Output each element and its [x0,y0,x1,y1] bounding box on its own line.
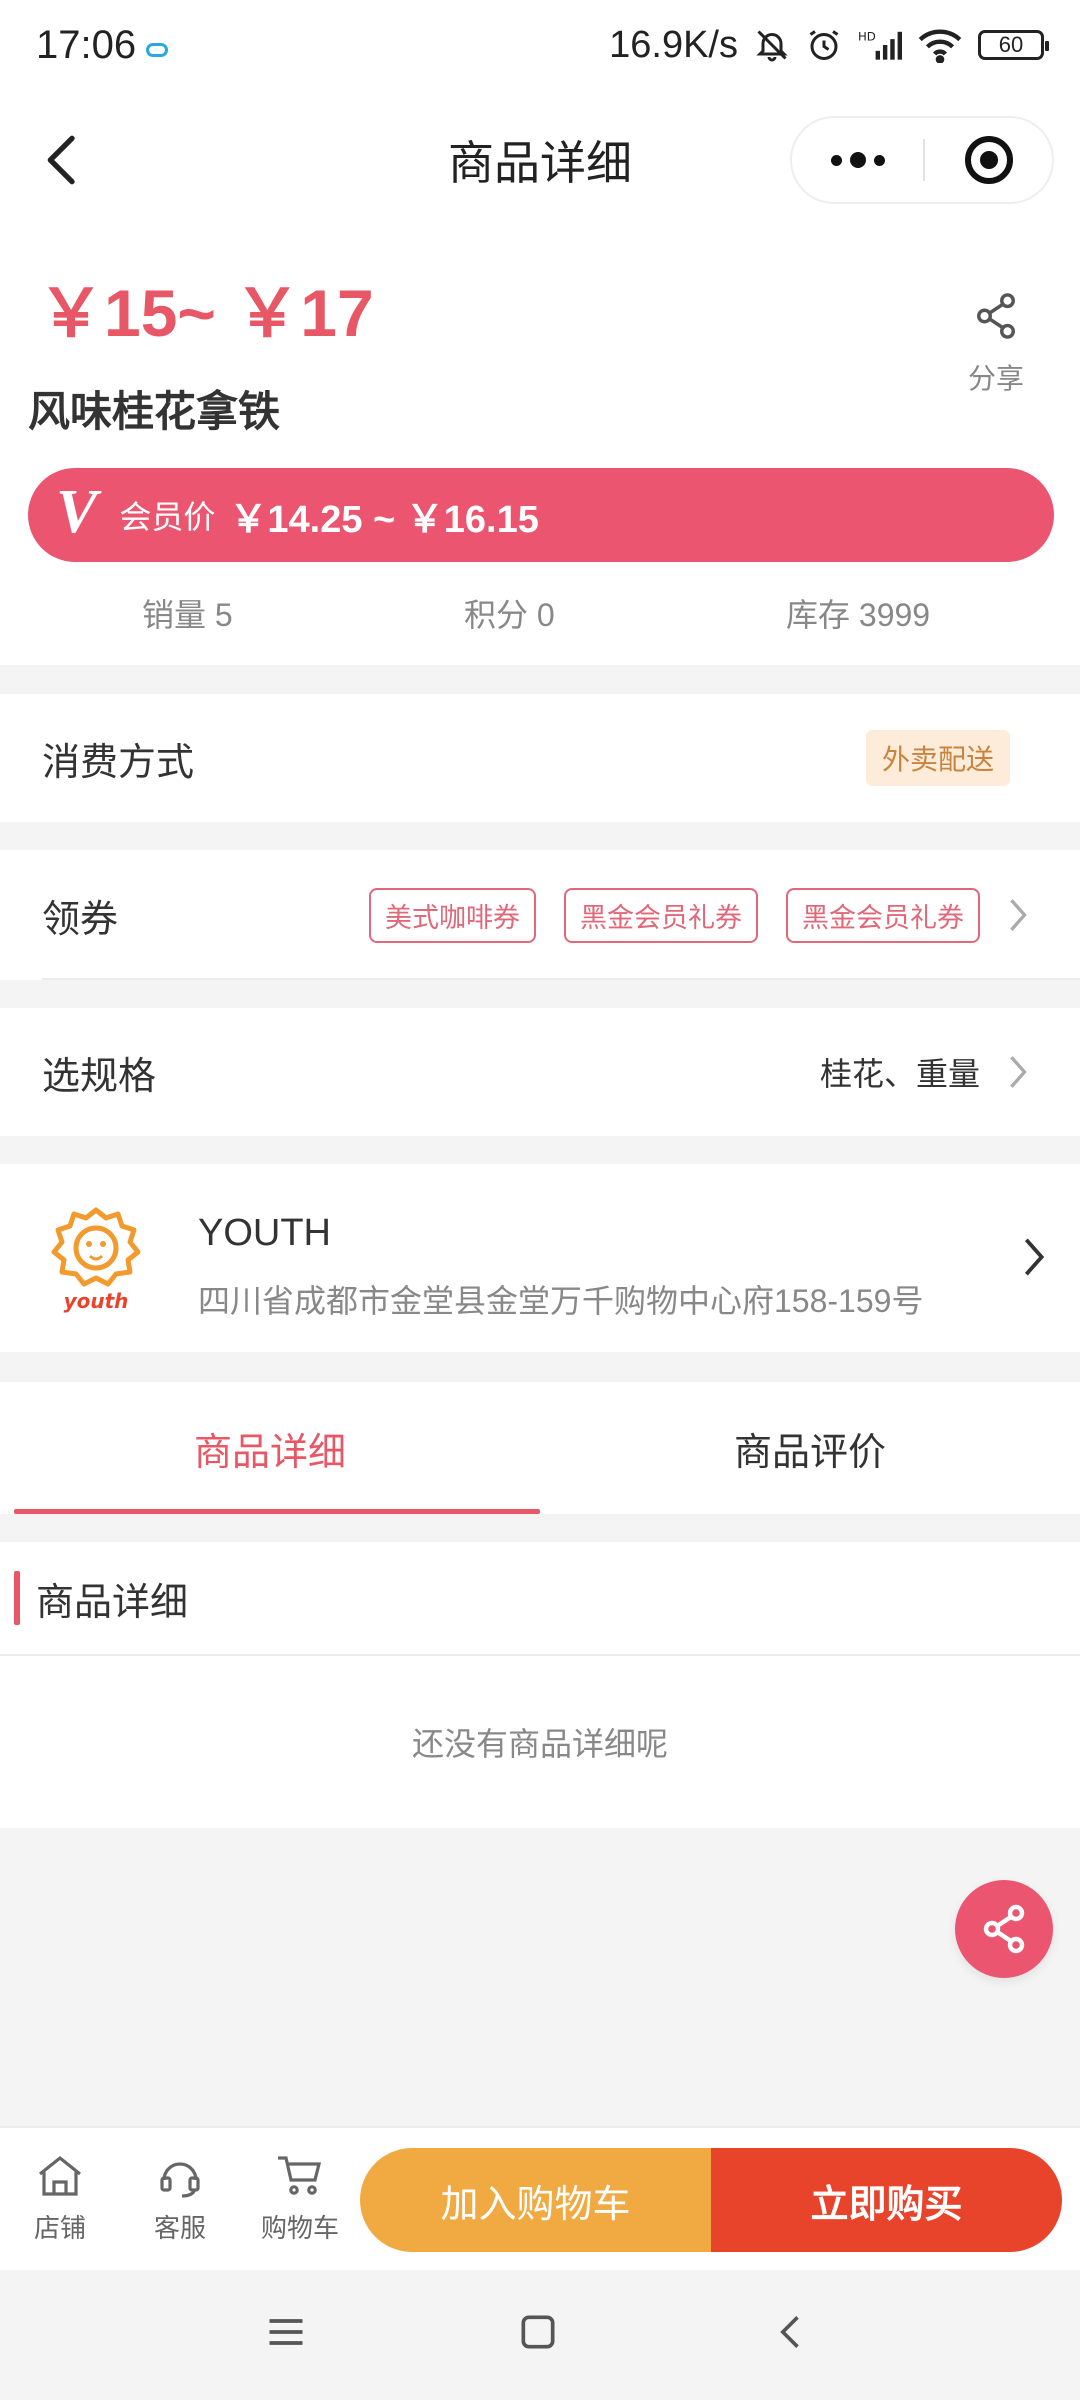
alarm-icon [809,30,839,60]
detail-tabs: 商品详细 商品评价 [0,1382,1080,1514]
buy-now-button[interactable]: 立即购买 [711,2148,1062,2252]
sales-count: 销量 5 [142,597,233,633]
cart-button[interactable]: 购物车 [240,2154,360,2245]
target-icon [964,136,1013,184]
more-button[interactable] [792,118,923,202]
price-range: ￥15~ ￥17 [38,276,374,350]
chevron-right-icon [1022,1236,1046,1283]
miniprogram-capsule [790,116,1054,204]
share-button[interactable]: 分享 [948,290,1044,397]
system-navigation-bar [0,2270,1080,2400]
product-name: 风味桂花拿铁 [28,388,281,435]
back-button[interactable] [34,132,90,188]
home-key[interactable] [516,2310,560,2359]
share-icon [983,1904,1025,1954]
bell-muted-icon [756,30,788,62]
shop-label: 店铺 [33,2212,86,2243]
menu-key[interactable] [264,2310,308,2359]
coupon-row[interactable]: 领券 美式咖啡券 黑金会员礼券 黑金会员礼券 [0,850,1080,980]
navigation-bar: 商品详细 [0,90,1080,230]
service-label: 客服 [153,2212,206,2243]
floating-share-button[interactable] [955,1880,1053,1978]
member-price-bar: V 会员价 ￥14.25 ~ ￥16.15 [28,468,1054,562]
stock: 库存 3999 [786,597,931,633]
vip-icon: V [56,478,98,546]
spec-row[interactable]: 选规格 桂花、重量 [0,1008,1080,1136]
chevron-left-icon [47,135,75,185]
svg-text:HD: HD [858,30,876,44]
cart-icon [278,2155,322,2195]
status-icons: 16.9K/s HD 60 [609,23,1049,67]
back-key[interactable] [770,2310,814,2359]
shop-button[interactable]: 店铺 [0,2154,120,2245]
home-square-icon [521,2315,555,2349]
coupon-list: 美式咖啡券 黑金会员礼券 黑金会员礼券 [369,887,980,943]
status-time: 17:06 [36,22,137,67]
close-miniprogram-button[interactable] [925,118,1052,202]
page-title: 商品详细 [448,137,632,189]
battery-icon: 60 [978,30,1049,60]
add-to-cart-button[interactable]: 加入购物车 [360,2148,711,2252]
coupon-tag[interactable]: 黑金会员礼券 [564,887,758,943]
net-speed: 16.9K/s [609,23,738,66]
detail-section-title: 商品详细 [36,1581,189,1624]
points: 积分 0 [464,597,555,633]
tab-product-reviews[interactable]: 商品评价 [540,1382,1080,1514]
svg-text:youth: youth [64,1289,129,1313]
empty-detail-message: 还没有商品详细呢 [0,1656,1080,1828]
spec-value: 桂花、重量 [819,1056,980,1092]
product-summary: ￥15~ ￥17 分享 风味桂花拿铁 V 会员价 ￥14.25 ~ ￥16.15… [0,230,1080,665]
share-label: 分享 [967,363,1024,394]
store-card[interactable]: youth YOUTH 四川省成都市金堂县金堂万千购物中心府158-159号 [0,1164,1080,1352]
bottom-action-bar: 店铺 客服 购物车 加入购物车 立即购买 [0,2126,1080,2270]
consume-method-label: 消费方式 [42,741,195,784]
store-name: YOUTH [198,1212,331,1254]
member-price-label: 会员价 [119,499,216,535]
chevron-right-icon [998,895,1038,935]
store-icon [39,2155,81,2196]
chevron-right-icon [998,1052,1038,1092]
coupon-label: 领券 [42,898,119,941]
purchase-buttons: 加入购物车 立即购买 [360,2148,1062,2252]
status-bar: 17:06 16.9K/s HD 60 [0,0,1080,90]
share-icon [977,293,1015,339]
detail-section-header: 商品详细 [0,1542,1080,1656]
cart-label: 购物车 [260,2212,339,2243]
cellular-signal-icon: HD [858,30,902,60]
consume-method-row[interactable]: 消费方式 外卖配送 [0,694,1080,822]
tab-product-detail[interactable]: 商品详细 [0,1382,540,1514]
spec-label: 选规格 [42,1055,157,1098]
customer-service-button[interactable]: 客服 [120,2154,240,2245]
headset-icon [160,2161,200,2198]
back-triangle-icon [780,2316,799,2348]
store-logo: youth [51,1207,141,1313]
delivery-tag: 外卖配送 [865,730,1010,786]
store-address: 四川省成都市金堂县金堂万千购物中心府158-159号 [198,1283,924,1319]
wifi-icon [918,29,962,63]
message-bubble-icon [146,43,169,57]
menu-icon [269,2319,303,2345]
section-marker [14,1571,20,1625]
member-price: ￥14.25 ~ ￥16.15 [229,498,539,541]
coupon-tag[interactable]: 黑金会员礼券 [786,887,980,943]
coupon-tag[interactable]: 美式咖啡券 [369,887,536,943]
